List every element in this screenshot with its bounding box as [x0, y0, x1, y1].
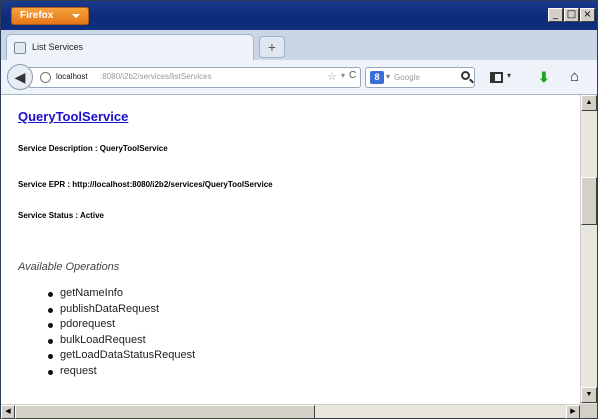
- search-box[interactable]: 8 ▾ Google: [365, 67, 475, 88]
- list-item: getNameInfo: [48, 286, 195, 302]
- home-icon[interactable]: ⌂: [570, 68, 579, 85]
- chevron-down-icon[interactable]: ▾: [507, 71, 511, 80]
- list-item: pdorequest: [48, 317, 195, 333]
- browser-window: Firefox _ □ × List Services + localhost …: [0, 0, 598, 419]
- tab-list-services[interactable]: List Services: [6, 34, 254, 60]
- globe-icon: [40, 72, 51, 83]
- service-description: Service Description : QueryToolService: [18, 144, 168, 153]
- vertical-scrollbar[interactable]: ▲ ▼: [580, 95, 597, 404]
- list-item: getLoadDataStatusRequest: [48, 348, 195, 364]
- search-icon[interactable]: [461, 71, 470, 80]
- page-content: QueryToolService Service Description : Q…: [1, 95, 580, 404]
- reload-icon[interactable]: C: [349, 70, 356, 81]
- google-icon[interactable]: 8: [370, 71, 384, 84]
- search-input[interactable]: Google: [394, 73, 420, 82]
- chevron-down-icon[interactable]: ▾: [386, 72, 390, 81]
- service-epr: Service EPR : http://localhost:8080/i2b2…: [18, 180, 273, 189]
- firefox-menu-label: Firefox: [20, 10, 54, 21]
- url-bar[interactable]: localhost :8080/i2b2/services/listServic…: [29, 67, 361, 88]
- url-path: :8080/i2b2/services/listServices: [100, 72, 212, 81]
- vertical-scroll-thumb[interactable]: [581, 177, 597, 225]
- scroll-up-button[interactable]: ▲: [581, 95, 597, 111]
- chevron-down-icon: [72, 14, 80, 18]
- scroll-down-button[interactable]: ▼: [581, 387, 597, 403]
- navigation-bar: localhost :8080/i2b2/services/listServic…: [1, 60, 597, 95]
- scroll-left-button[interactable]: ◀: [1, 405, 15, 419]
- title-bar: Firefox _ □ ×: [1, 1, 597, 30]
- close-button[interactable]: ×: [580, 8, 595, 22]
- tab-label: List Services: [32, 42, 84, 52]
- operations-list: getNameInfo publishDataRequest pdoreques…: [48, 286, 195, 380]
- tab-strip: List Services +: [1, 30, 597, 60]
- horizontal-scroll-thumb[interactable]: [15, 405, 315, 419]
- download-icon[interactable]: ⬇: [538, 69, 550, 86]
- minimize-button[interactable]: _: [548, 8, 563, 22]
- url-host: localhost: [56, 72, 88, 81]
- star-icon[interactable]: ☆: [327, 70, 337, 83]
- operations-title: Available Operations: [18, 261, 120, 273]
- list-item: publishDataRequest: [48, 302, 195, 318]
- maximize-button[interactable]: □: [564, 8, 579, 22]
- service-name-link[interactable]: QueryToolService: [18, 109, 128, 124]
- firefox-menu-button[interactable]: Firefox: [11, 7, 89, 25]
- page-icon: [14, 42, 26, 54]
- list-item: bulkLoadRequest: [48, 333, 195, 349]
- list-item: request: [48, 364, 195, 380]
- horizontal-scrollbar[interactable]: ◀ ▶: [1, 404, 580, 419]
- scrollbar-corner: [580, 404, 597, 418]
- scroll-right-button[interactable]: ▶: [566, 405, 580, 419]
- bookmarks-icon[interactable]: [490, 72, 503, 83]
- service-status: Service Status : Active: [18, 211, 104, 220]
- back-arrow-icon: ◀: [14, 69, 26, 85]
- new-tab-button[interactable]: +: [259, 36, 285, 58]
- back-button[interactable]: ◀: [7, 64, 33, 90]
- chevron-down-icon[interactable]: ▾: [341, 71, 345, 80]
